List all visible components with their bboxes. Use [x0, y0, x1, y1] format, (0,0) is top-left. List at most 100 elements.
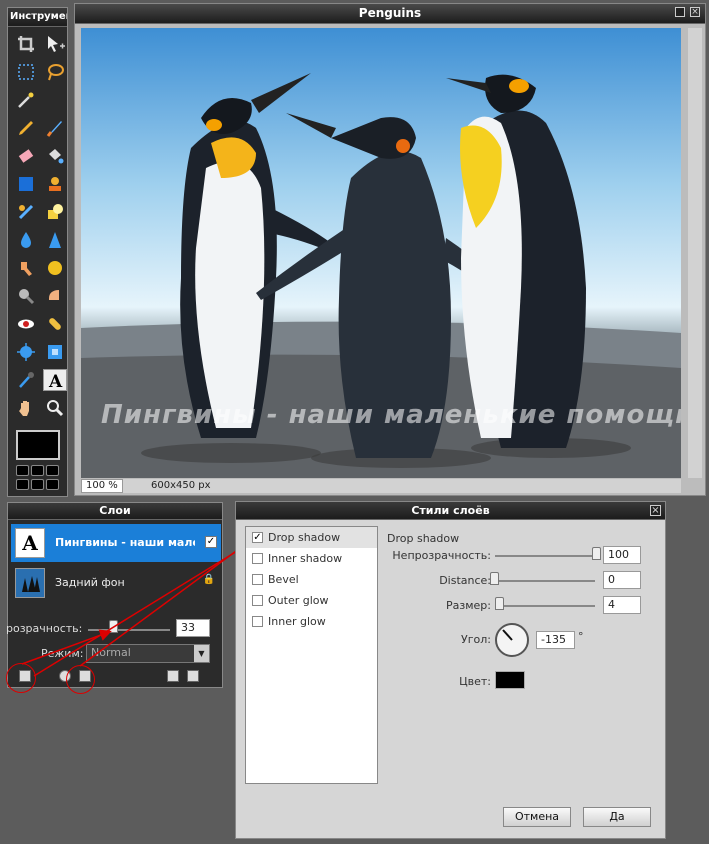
style-item-inner-shadow[interactable]: Inner shadow	[246, 548, 377, 569]
opacity-label: Непрозрачность:	[392, 549, 491, 562]
pencil-icon[interactable]	[14, 117, 38, 139]
layer-opacity-slider-knob[interactable]	[109, 620, 118, 633]
hand-icon[interactable]	[14, 397, 38, 419]
marquee-icon[interactable]	[14, 61, 38, 83]
image-size: 600x450 px	[151, 480, 211, 491]
image-window-title: Penguins	[75, 4, 705, 24]
ok-button[interactable]: Да	[583, 807, 651, 827]
size-slider-knob[interactable]	[495, 597, 504, 610]
dodge-icon[interactable]	[14, 285, 38, 307]
close-icon[interactable]: ×	[650, 505, 661, 516]
blend-mode-select[interactable]: Normal	[86, 644, 210, 663]
layer-background[interactable]: Задний фон 🔒	[11, 564, 221, 602]
text-layer-thumbnail: A	[15, 528, 45, 558]
layer-opacity-slider[interactable]	[88, 629, 170, 631]
lock-icon: 🔒	[202, 574, 215, 585]
sharpen-icon[interactable]	[43, 229, 67, 251]
lasso-icon[interactable]	[43, 61, 67, 83]
zoom-level[interactable]: 100 %	[81, 479, 123, 493]
bloat-icon[interactable]	[14, 341, 38, 363]
magic-wand-icon[interactable]	[14, 89, 38, 111]
foreground-color-swatch[interactable]	[16, 430, 60, 460]
distance-slider[interactable]	[495, 580, 595, 582]
blur-icon[interactable]	[14, 229, 38, 251]
spot-heal-icon[interactable]	[43, 313, 67, 335]
layer-styles-dialog-title: Стили слоёв	[236, 502, 665, 520]
style-list: ✓ Drop shadow Inner shadow Bevel Outer gl…	[245, 526, 378, 784]
annotation-ring	[66, 665, 95, 694]
tools-panel-title: Инструмент	[8, 8, 67, 27]
style-item-drop-shadow[interactable]: ✓ Drop shadow	[246, 527, 377, 548]
opacity-slider[interactable]	[495, 555, 600, 557]
cancel-button[interactable]: Отмена	[503, 807, 571, 827]
style-checkbox[interactable]	[252, 595, 263, 606]
move-icon[interactable]	[43, 33, 67, 55]
angle-label: Угол:	[461, 633, 491, 646]
angle-input[interactable]: -135	[536, 631, 575, 649]
svg-text:A: A	[48, 372, 63, 390]
shadow-color-swatch[interactable]	[495, 671, 525, 689]
style-item-bevel[interactable]: Bevel	[246, 569, 377, 590]
layers-toolbar	[11, 668, 219, 686]
swatch-preset[interactable]	[46, 465, 59, 476]
status-bar: 100 % 600x450 px	[81, 479, 681, 493]
swatch-preset[interactable]	[16, 479, 29, 490]
paint-bucket-icon[interactable]	[43, 145, 67, 167]
layers-panel-title: Слои	[8, 503, 222, 520]
delete-layer-icon[interactable]	[187, 670, 199, 682]
blend-mode-label: Режим:	[41, 647, 84, 660]
type-tool-icon[interactable]: A	[43, 369, 67, 391]
size-label: Размер:	[446, 599, 491, 612]
red-eye-icon[interactable]	[14, 313, 38, 335]
maximize-button[interactable]	[675, 7, 685, 17]
burn-icon[interactable]	[43, 285, 67, 307]
vertical-scrollbar[interactable]	[688, 28, 702, 478]
zoom-icon[interactable]	[43, 397, 67, 419]
style-checkbox[interactable]	[252, 553, 263, 564]
duplicate-layer-button[interactable]	[167, 670, 179, 682]
layers-panel: Слои A Пингвины - наши малены ✓ Задний ф…	[6, 502, 223, 688]
swatch-preset[interactable]	[31, 465, 44, 476]
style-item-label: Drop shadow	[268, 531, 341, 544]
close-button[interactable]: ×	[690, 7, 700, 17]
brush-icon[interactable]	[43, 117, 67, 139]
layer-opacity-input[interactable]: 33	[176, 619, 210, 637]
swatch-preset[interactable]	[46, 479, 59, 490]
style-item-outer-glow[interactable]: Outer glow	[246, 590, 377, 611]
style-item-inner-glow[interactable]: Inner glow	[246, 611, 377, 632]
pinch-icon[interactable]	[43, 341, 67, 363]
swatch-preset[interactable]	[16, 465, 29, 476]
background-layer-thumbnail	[15, 568, 45, 598]
image-window: Penguins × Пингвины - наши маленькие пом…	[74, 3, 706, 496]
stamp-icon[interactable]	[43, 173, 67, 195]
swatch-preset[interactable]	[31, 479, 44, 490]
layer-name: Задний фон	[55, 576, 125, 589]
opacity-slider-knob[interactable]	[592, 547, 601, 560]
opacity-input[interactable]: 100	[603, 546, 641, 564]
color-picker-icon[interactable]	[14, 369, 38, 391]
sponge-icon[interactable]	[43, 257, 67, 279]
eraser-icon[interactable]	[14, 145, 38, 167]
layer-opacity-label: розрачность:	[6, 622, 83, 635]
layer-text[interactable]: A Пингвины - наши малены ✓	[11, 524, 221, 562]
chevron-down-icon[interactable]: ▼	[194, 645, 209, 662]
layer-visibility-checkbox[interactable]: ✓	[205, 536, 217, 548]
gradient-icon[interactable]	[14, 173, 38, 195]
distance-slider-knob[interactable]	[490, 572, 499, 585]
size-slider[interactable]	[495, 605, 595, 607]
annotation-ring	[6, 663, 36, 693]
style-item-label: Bevel	[268, 573, 299, 586]
layer-name: Пингвины - наши малены	[55, 536, 195, 549]
smudge-icon[interactable]	[14, 257, 38, 279]
color-label: Цвет:	[459, 675, 491, 688]
size-input[interactable]: 4	[603, 596, 641, 614]
crop-icon[interactable]	[14, 33, 38, 55]
style-checkbox[interactable]: ✓	[252, 532, 263, 543]
distance-input[interactable]: 0	[603, 571, 641, 589]
style-item-label: Inner glow	[268, 615, 326, 628]
style-checkbox[interactable]	[252, 574, 263, 585]
drawing-icon[interactable]	[43, 201, 67, 223]
angle-dial[interactable]	[495, 623, 529, 657]
color-replace-icon[interactable]	[14, 201, 38, 223]
style-checkbox[interactable]	[252, 616, 263, 627]
